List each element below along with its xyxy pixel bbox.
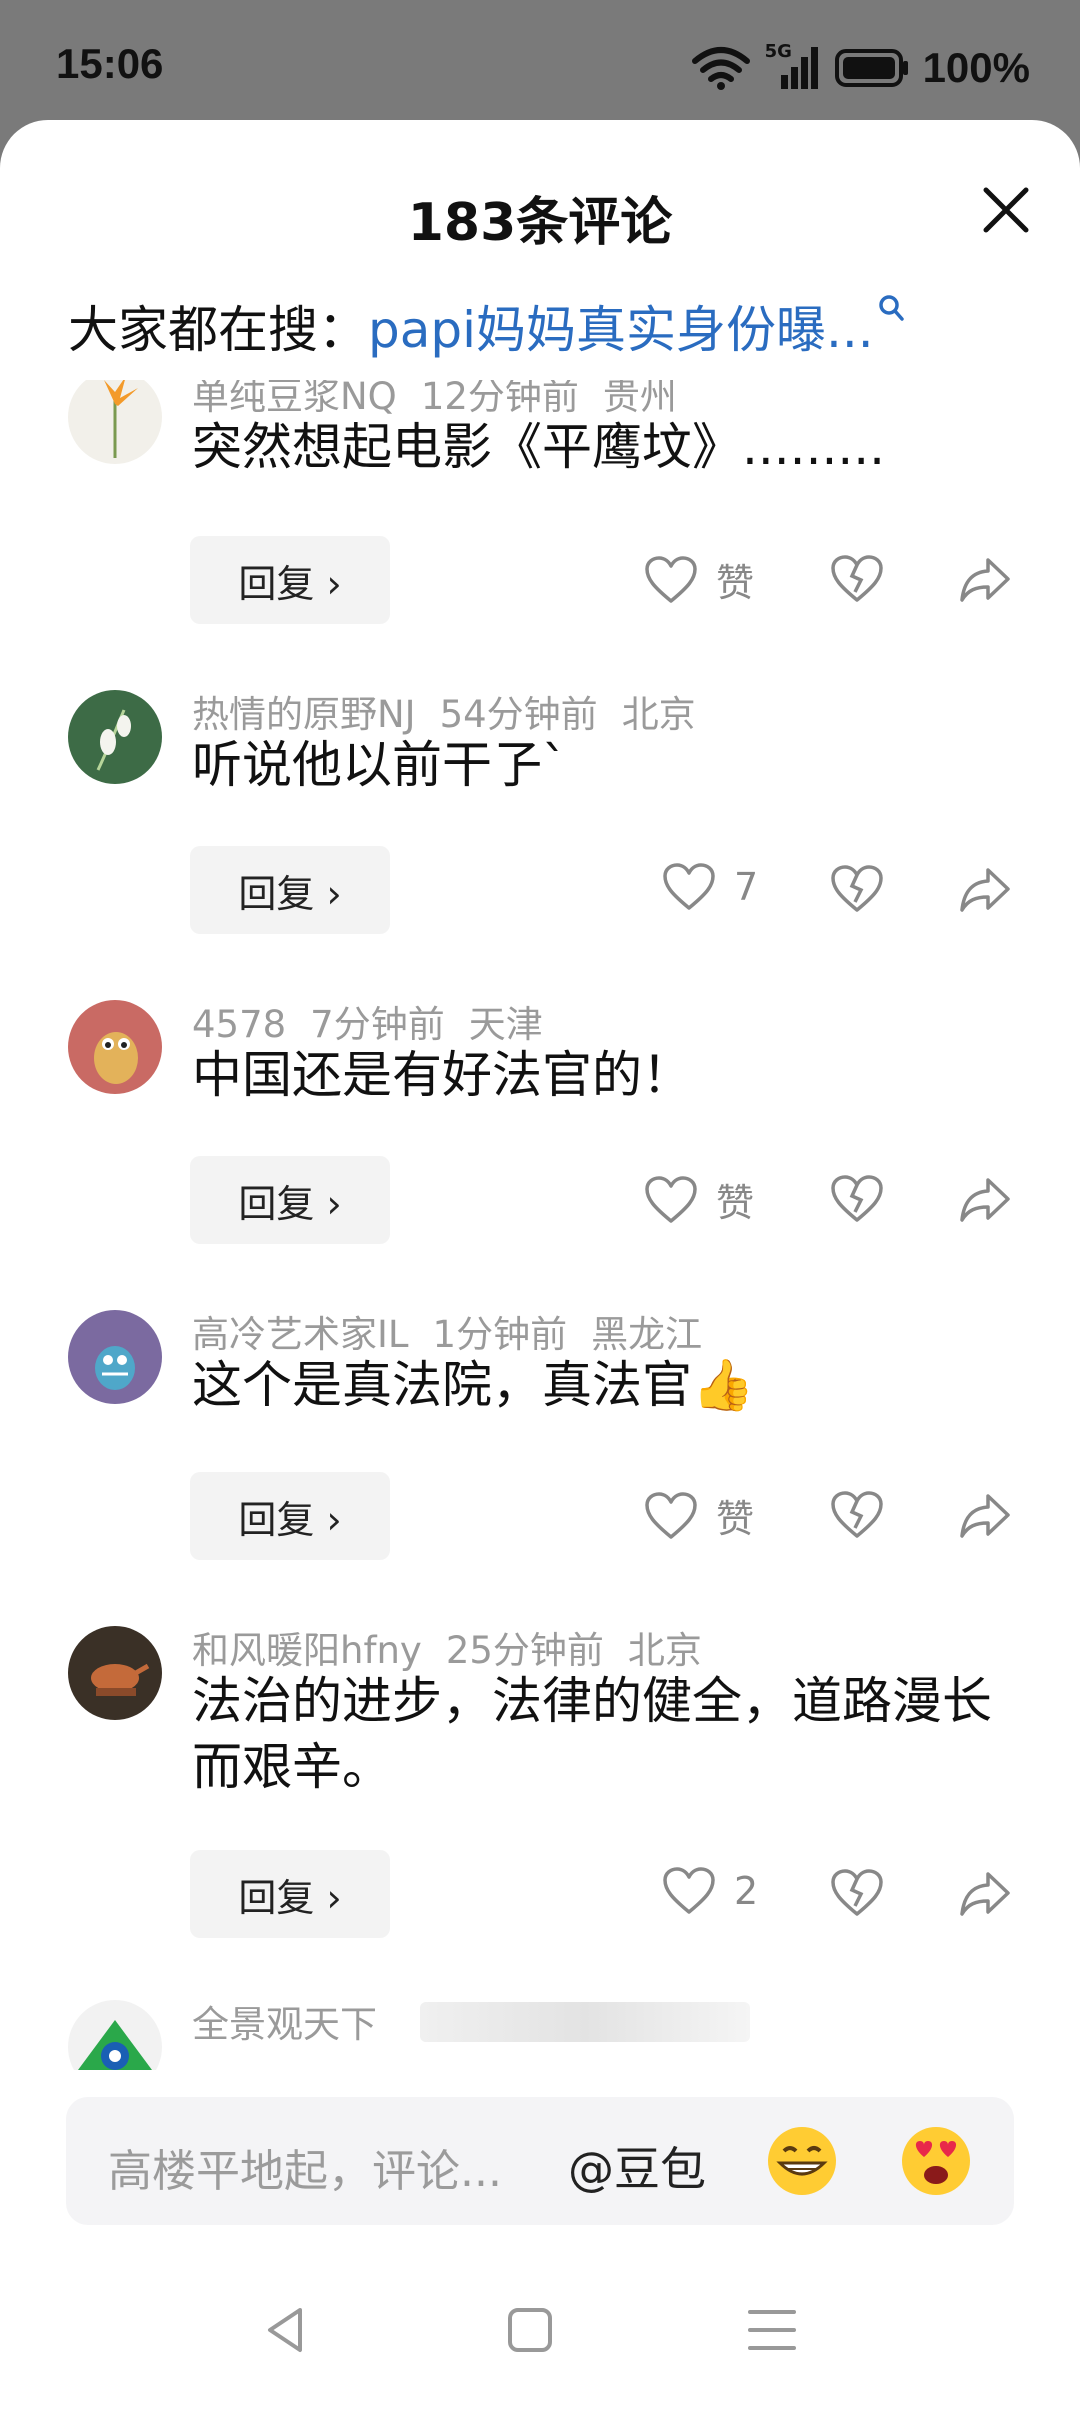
close-icon[interactable] xyxy=(978,182,1034,238)
heart-eyes-emoji-icon[interactable] xyxy=(898,2123,974,2199)
avatar[interactable] xyxy=(68,1626,162,1720)
menu-nav-icon[interactable] xyxy=(742,2300,802,2360)
share-icon[interactable] xyxy=(958,1172,1012,1226)
comment-time: 7分钟前 xyxy=(310,1003,445,1046)
wifi-icon xyxy=(691,47,750,90)
reply-button[interactable]: 回复 › xyxy=(190,536,390,624)
comment-text: 突然想起电影《平鹰坟》......... xyxy=(192,418,886,476)
avatar[interactable] xyxy=(68,1310,162,1404)
battery-percent: 100% xyxy=(922,44,1030,91)
comment-text: 这个是真法院，真法官👍 xyxy=(192,1356,755,1414)
heart-icon xyxy=(663,1867,715,1914)
reply-button[interactable]: 回复 › xyxy=(190,1850,390,1938)
heart-icon xyxy=(645,1491,697,1539)
dislike-broken-heart-icon[interactable] xyxy=(830,862,884,916)
trending-search-prefix: 大家都在搜： xyxy=(68,301,368,359)
dislike-broken-heart-icon[interactable] xyxy=(830,1172,884,1226)
heart-icon xyxy=(645,555,697,603)
status-icons: 5G 100% xyxy=(691,38,1030,98)
comment-username[interactable]: 和风暖阳hfny xyxy=(192,1629,422,1672)
comment-location: 北京 xyxy=(621,693,696,736)
like-count: 赞 xyxy=(716,561,755,605)
search-icon xyxy=(878,295,904,321)
avatar[interactable] xyxy=(68,1000,162,1094)
comment-sheet: 183条评论 大家都在搜：papi妈妈真实身份曝... 单纯豆浆NQ 12分钟前贵… xyxy=(0,120,1080,2412)
comment-input[interactable]: 高楼平地起，评论... @豆包 xyxy=(66,2097,1014,2225)
comment-meta: 全景观天下 xyxy=(192,1994,401,2048)
comment-location: 天津 xyxy=(468,1003,543,1046)
like-button[interactable]: 赞 xyxy=(644,552,754,607)
avatar[interactable] xyxy=(68,380,162,464)
comment-list: 单纯豆浆NQ 12分钟前 贵州 突然想起电影《平鹰坟》......... 回复 › … xyxy=(0,380,1080,2070)
like-count: 2 xyxy=(734,1869,759,1913)
comment-meta: 4578 7分钟前 天津 xyxy=(192,994,567,1048)
status-time: 15:06 xyxy=(56,40,164,87)
reply-button[interactable]: 回复 › xyxy=(190,1156,390,1244)
trending-search[interactable]: 大家都在搜：papi妈妈真实身份曝... xyxy=(68,290,904,362)
trending-search-link[interactable]: papi妈妈真实身份曝... xyxy=(368,301,874,359)
avatar[interactable] xyxy=(68,690,162,784)
comment-text: 听说他以前干孒` xyxy=(192,736,567,794)
dislike-broken-heart-icon[interactable] xyxy=(830,552,884,606)
comment-location: 北京 xyxy=(627,1629,702,1672)
avatar[interactable] xyxy=(68,2000,162,2070)
comment-location: 贵州 xyxy=(602,380,677,418)
comment-location: 黑龙江 xyxy=(591,1313,703,1356)
comment-time: 12分钟前 xyxy=(420,380,579,418)
comment-username[interactable]: 高冷艺术家IL xyxy=(192,1313,409,1356)
comment-time: 25分钟前 xyxy=(445,1629,604,1672)
share-icon[interactable] xyxy=(958,1866,1012,1920)
like-button[interactable]: 赞 xyxy=(644,1488,754,1543)
comment-time: 54分钟前 xyxy=(439,693,598,736)
comment-count-title: 183条评论 xyxy=(407,193,673,253)
heart-icon xyxy=(645,1175,697,1223)
comment-text: 法治的进步，法律的健全，道路漫长而艰辛。 xyxy=(192,1672,992,1796)
comment-meta: 高冷艺术家IL 1分钟前 黑龙江 xyxy=(192,1304,726,1358)
comment-time: 1分钟前 xyxy=(432,1313,568,1356)
share-icon[interactable] xyxy=(958,552,1012,606)
battery-icon xyxy=(834,49,908,87)
comment-username[interactable]: 单纯豆浆NQ xyxy=(192,380,397,418)
heart-icon xyxy=(663,863,715,910)
comment-username[interactable]: 全景观天下 xyxy=(192,2003,377,2046)
status-bar: 15:06 5G 100% xyxy=(0,0,1080,120)
like-button[interactable]: 2 xyxy=(662,1866,758,1916)
like-count: 赞 xyxy=(716,1181,755,1225)
blurred-meta xyxy=(420,2002,750,2042)
mention-doubao-button[interactable]: @豆包 xyxy=(568,2133,706,2199)
share-icon[interactable] xyxy=(958,1488,1012,1542)
like-count: 赞 xyxy=(716,1497,755,1541)
comment-text: 中国还是有好法官的！ xyxy=(192,1046,692,1104)
comment-meta: 和风暖阳hfny 25分钟前 北京 xyxy=(192,1620,726,1674)
comment-username[interactable]: 热情的原野NJ xyxy=(192,693,416,736)
dislike-broken-heart-icon[interactable] xyxy=(830,1866,884,1920)
like-button[interactable]: 7 xyxy=(662,862,758,912)
grinning-emoji-icon[interactable] xyxy=(764,2123,840,2199)
like-count: 7 xyxy=(734,865,759,909)
cellular-signal-icon: 5G xyxy=(765,41,821,91)
reply-button[interactable]: 回复 › xyxy=(190,846,390,934)
comment-username[interactable]: 4578 xyxy=(192,1003,286,1046)
back-nav-icon[interactable] xyxy=(256,2300,316,2360)
comment-input-placeholder: 高楼平地起，评论... xyxy=(108,2146,502,2197)
dislike-broken-heart-icon[interactable] xyxy=(830,1488,884,1542)
share-icon[interactable] xyxy=(958,862,1012,916)
comment-meta: 热情的原野NJ 54分钟前 北京 xyxy=(192,684,720,738)
home-nav-icon[interactable] xyxy=(500,2300,560,2360)
like-button[interactable]: 赞 xyxy=(644,1172,754,1227)
reply-button[interactable]: 回复 › xyxy=(190,1472,390,1560)
